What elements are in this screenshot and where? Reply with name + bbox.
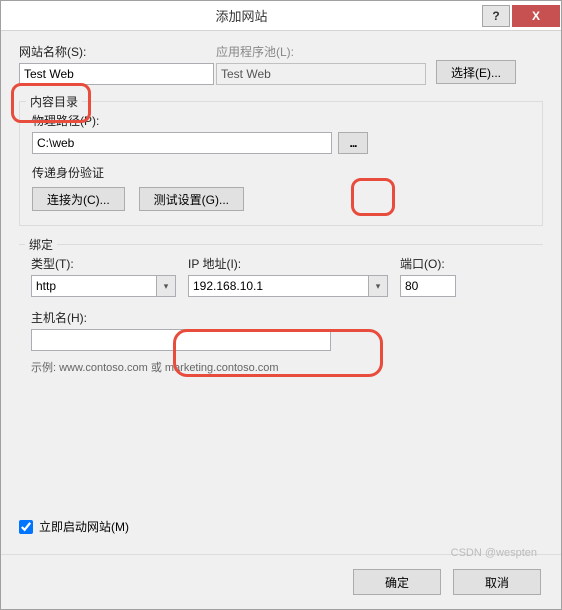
ip-input[interactable] xyxy=(188,275,368,297)
physical-path-label: 物理路径(P): xyxy=(32,112,530,129)
app-pool-input xyxy=(216,63,426,85)
dialog-footer: 确定 取消 xyxy=(1,554,561,609)
app-pool-label: 应用程序池(L): xyxy=(216,43,426,60)
binding-group: 绑定 类型(T): ▾ IP 地址(I): ▾ xyxy=(19,244,543,379)
site-name-input[interactable] xyxy=(19,63,214,85)
browse-button[interactable]: ... xyxy=(338,132,368,154)
hostname-input[interactable] xyxy=(31,329,331,351)
passthrough-auth-label: 传递身份验证 xyxy=(32,164,530,181)
type-select[interactable]: ▾ xyxy=(31,275,176,297)
ip-label: IP 地址(I): xyxy=(188,255,388,272)
add-website-dialog: 添加网站 ? X 网站名称(S): 应用程序池(L): 选择(E)... 内容目… xyxy=(0,0,562,610)
select-pool-button[interactable]: 选择(E)... xyxy=(436,60,516,84)
dialog-title: 添加网站 xyxy=(1,6,482,25)
test-settings-button[interactable]: 测试设置(G)... xyxy=(139,187,244,211)
chevron-down-icon: ▾ xyxy=(368,275,388,297)
close-button[interactable]: X xyxy=(512,5,560,27)
cancel-button[interactable]: 取消 xyxy=(453,569,541,595)
content-directory-legend: 内容目录 xyxy=(26,93,82,110)
ok-button[interactable]: 确定 xyxy=(353,569,441,595)
titlebar: 添加网站 ? X xyxy=(1,1,561,31)
watermark: CSDN @wespten xyxy=(451,547,537,559)
type-value xyxy=(31,275,156,297)
start-now-row[interactable]: 立即启动网站(M) xyxy=(19,518,129,535)
port-label: 端口(O): xyxy=(400,255,460,272)
chevron-down-icon: ▾ xyxy=(156,275,176,297)
hostname-label: 主机名(H): xyxy=(31,309,531,326)
port-input[interactable] xyxy=(400,275,456,297)
dialog-content: 网站名称(S): 应用程序池(L): 选择(E)... 内容目录 物理路径(P)… xyxy=(1,31,561,609)
help-button[interactable]: ? xyxy=(482,5,510,27)
ellipsis-icon: ... xyxy=(349,136,356,150)
physical-path-input[interactable] xyxy=(32,132,332,154)
type-label: 类型(T): xyxy=(31,255,176,272)
ip-select[interactable]: ▾ xyxy=(188,275,388,297)
close-icon: X xyxy=(532,9,540,23)
site-name-label: 网站名称(S): xyxy=(19,43,214,60)
help-icon: ? xyxy=(492,9,499,23)
hostname-example: 示例: www.contoso.com 或 marketing.contoso.… xyxy=(31,359,531,375)
start-now-label: 立即启动网站(M) xyxy=(39,518,129,535)
content-directory-group: 内容目录 物理路径(P): ... 传递身份验证 连接为(C)... 测试设置(… xyxy=(19,101,543,226)
connect-as-button[interactable]: 连接为(C)... xyxy=(32,187,125,211)
start-now-checkbox[interactable] xyxy=(19,520,33,534)
binding-legend: 绑定 xyxy=(25,236,57,253)
